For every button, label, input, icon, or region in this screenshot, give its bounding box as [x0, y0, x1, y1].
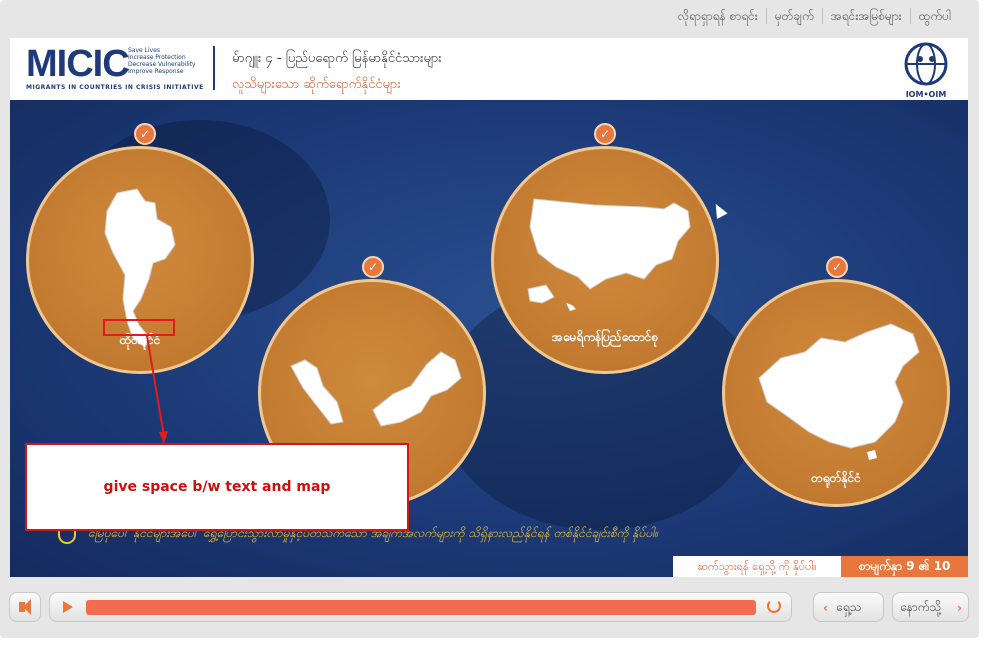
tagline-line: Decrease Vulnerability: [128, 61, 196, 68]
country-thailand[interactable]: ထိုင်းနိုင်ငံ: [26, 146, 254, 374]
logo-subtitle: MIGRANTS IN COUNTRIES IN CRISIS INITIATI…: [26, 84, 204, 91]
speaker-cone-icon: [23, 599, 31, 615]
country-label: တရုတ်နိုင်ငံ: [811, 471, 861, 485]
page-current: 9: [906, 559, 915, 573]
micic-logo: MICIC: [26, 43, 130, 85]
top-nav: လိုရာရှာရန် စာရင်း မှတ်ချက် အရင်းအမြစ်မျ…: [670, 8, 959, 24]
media-player: [49, 592, 792, 622]
volume-button[interactable]: [9, 592, 41, 622]
iom-logo-text: IOM•OIM: [905, 90, 947, 99]
check-icon: ✓: [134, 123, 156, 145]
chevron-left-icon: ‹: [823, 601, 828, 615]
tagline-line: Improve Response: [128, 68, 184, 75]
check-icon: ✓: [594, 123, 616, 145]
nav-exit[interactable]: ထွက်ပါ: [909, 8, 959, 24]
course-header: MICIC Save Lives Increase Protection Dec…: [10, 38, 968, 100]
prev-label: ရှေ့သ: [836, 600, 862, 614]
prev-button[interactable]: ‹ ရှေ့သ: [813, 592, 884, 622]
annotation-comment: give space b/w text and map: [25, 443, 409, 531]
check-icon: ✓: [362, 256, 384, 278]
module-title: မ်ာဂျူး ၄ - ပြည်ပရောက် မြန်မာနိုင်ငံသားမ…: [232, 51, 442, 66]
country-china[interactable]: တရုတ်နိုင်ငံ: [722, 279, 950, 507]
country-label: အမေရိကန်ပြည်ထောင်စု: [551, 330, 659, 344]
nav-resources[interactable]: အရင်းအမြစ်များ: [821, 8, 910, 24]
chevron-right-icon: ›: [957, 601, 962, 615]
module-subtitle: လူသိများသော ဆိုက်ရောက်နိုင်ငံများ: [232, 77, 401, 92]
page-of: ၏: [918, 559, 930, 573]
next-label: နောက်သို့: [900, 600, 942, 614]
page-counter: စာမျက်နှာ 9 ၏ 10: [841, 556, 968, 577]
page-total: 10: [933, 559, 951, 573]
header-divider: [213, 46, 215, 90]
player-controls: ‹ ရှေ့သ နောက်သို့ ›: [0, 588, 979, 628]
play-icon[interactable]: [63, 601, 73, 613]
annotation-highlight: [103, 319, 175, 336]
iom-logo: IOM•OIM: [898, 42, 954, 99]
progress-bar[interactable]: [86, 600, 756, 615]
country-usa[interactable]: အမေရိကန်ပြည်ထောင်စု: [491, 146, 719, 374]
logo-tagline: Save Lives Increase Protection Decrease …: [128, 47, 196, 75]
nav-glossary[interactable]: လိုရာရှာရန် စာရင်း: [670, 8, 766, 24]
tagline-line: Increase Protection: [128, 54, 186, 61]
tagline-line: Save Lives: [128, 47, 161, 54]
next-button[interactable]: နောက်သို့ ›: [892, 592, 969, 622]
check-icon: ✓: [826, 256, 848, 278]
nav-notes[interactable]: မှတ်ချက်: [765, 8, 822, 24]
replay-icon[interactable]: [767, 599, 781, 613]
next-hint: ဆက်သွားရန် ရှေ့သို့ ကို နှိပ်ပါ။: [673, 556, 841, 577]
globe-icon: [904, 42, 948, 86]
page-label: စာမျက်နှာ: [858, 559, 902, 573]
